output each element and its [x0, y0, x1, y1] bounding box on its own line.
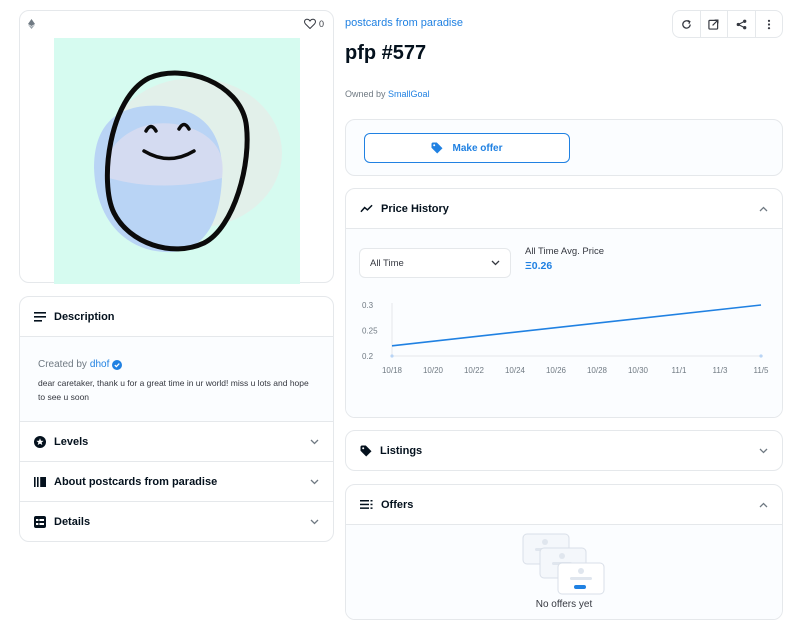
list-lines-icon [360, 500, 373, 509]
levels-accordion[interactable]: Levels [20, 422, 333, 462]
nft-artwork[interactable] [54, 38, 300, 284]
share-button[interactable] [728, 11, 756, 37]
about-collection-label: About postcards from paradise [54, 475, 218, 488]
offers-panel: Offers No offers yet [345, 484, 783, 620]
tag-icon [360, 445, 372, 457]
tag-icon [431, 142, 443, 154]
listings-header[interactable]: Listings [346, 431, 782, 470]
y-tick-label: 0.3 [362, 301, 374, 310]
owned-by-label: Owned by [345, 89, 386, 99]
item-title: pfp #577 [345, 42, 427, 64]
levels-label: Levels [54, 435, 89, 448]
chevron-up-icon [759, 502, 768, 508]
price-history-panel: Price History All Time All Time Avg. Pri… [345, 188, 783, 418]
text-lines-icon [34, 311, 46, 322]
x-tick-label: 10/24 [505, 366, 526, 375]
description-panel: Description Created by dhof dear caretak… [19, 296, 334, 542]
make-offer-label: Make offer [452, 142, 503, 154]
no-offers-text: No offers yet [535, 599, 593, 610]
details-label: Details [54, 516, 91, 528]
offers-title: Offers [381, 498, 414, 511]
y-tick-label: 0.2 [362, 352, 374, 361]
listings-panel: Listings [345, 430, 783, 471]
price-history-body: All Time All Time Avg. Price Ξ0.26 0.2 0.… [346, 229, 782, 417]
more-options-button[interactable] [756, 11, 783, 37]
x-tick-label: 10/28 [587, 366, 608, 375]
x-tick-label: 11/5 [754, 366, 770, 375]
x-tick-label: 10/30 [628, 366, 649, 375]
item-action-bar [672, 10, 783, 38]
owner-link[interactable]: SmallGoal [388, 89, 430, 99]
offers-header[interactable]: Offers [346, 485, 782, 525]
star-circle-icon [34, 435, 46, 448]
owned-by-line: Owned by SmallGoal [345, 89, 430, 99]
collection-link[interactable]: postcards from paradise [345, 17, 463, 29]
details-list-icon [34, 516, 46, 528]
more-icon [767, 19, 771, 30]
price-history-chart: 0.2 0.25 0.3 10/18 10/20 10/22 10/24 10/26 10/28… [362, 301, 770, 375]
heart-icon [304, 18, 316, 29]
description-text: dear caretaker, thank u for a great time… [38, 378, 309, 402]
price-history-header[interactable]: Price History [346, 189, 782, 229]
sale-point-marker[interactable] [759, 354, 763, 358]
created-by-label: Created by [38, 359, 87, 370]
chevron-down-icon [310, 519, 319, 525]
description-body: Created by dhof dear caretaker, thank u … [20, 337, 333, 422]
make-offer-button[interactable]: Make offer [364, 133, 570, 163]
external-link-icon [708, 19, 719, 30]
listings-title: Listings [380, 444, 423, 457]
x-tick-label: 11/3 [713, 366, 729, 375]
x-tick-label: 10/22 [464, 366, 485, 375]
description-title: Description [54, 310, 115, 323]
x-tick-label: 10/18 [382, 366, 403, 375]
make-offer-panel: Make offer [345, 119, 783, 176]
price-history-title: Price History [381, 202, 449, 215]
y-tick-label: 0.25 [362, 327, 378, 336]
chevron-down-icon [310, 479, 319, 485]
trend-line-icon [360, 204, 373, 213]
created-by-line: Created by dhof [38, 359, 315, 370]
price-series-line [391, 304, 762, 347]
open-external-button[interactable] [701, 11, 728, 37]
about-collection-accordion[interactable]: About postcards from paradise [20, 462, 333, 502]
favorite-count: 0 [318, 18, 324, 29]
share-icon [736, 19, 747, 30]
favorite-button[interactable]: 0 [304, 18, 324, 29]
empty-offers-illustration-icon [522, 533, 608, 595]
description-header: Description [20, 297, 333, 337]
verified-badge-icon [112, 359, 123, 370]
x-tick-label: 11/1 [672, 366, 688, 375]
sale-point-marker[interactable] [390, 354, 394, 358]
x-tick-label: 10/20 [423, 366, 444, 375]
ethereum-icon [28, 19, 35, 29]
x-tick-label: 10/26 [546, 366, 567, 375]
chevron-up-icon [759, 206, 768, 212]
details-accordion[interactable]: Details [20, 502, 333, 541]
chevron-down-icon [759, 448, 768, 454]
creator-link[interactable]: dhof [90, 359, 109, 370]
refresh-button[interactable] [673, 11, 701, 37]
chevron-down-icon [310, 439, 319, 445]
vertical-bars-icon [34, 476, 46, 487]
refresh-icon [681, 19, 692, 30]
nft-image-card: 0 [19, 10, 334, 284]
